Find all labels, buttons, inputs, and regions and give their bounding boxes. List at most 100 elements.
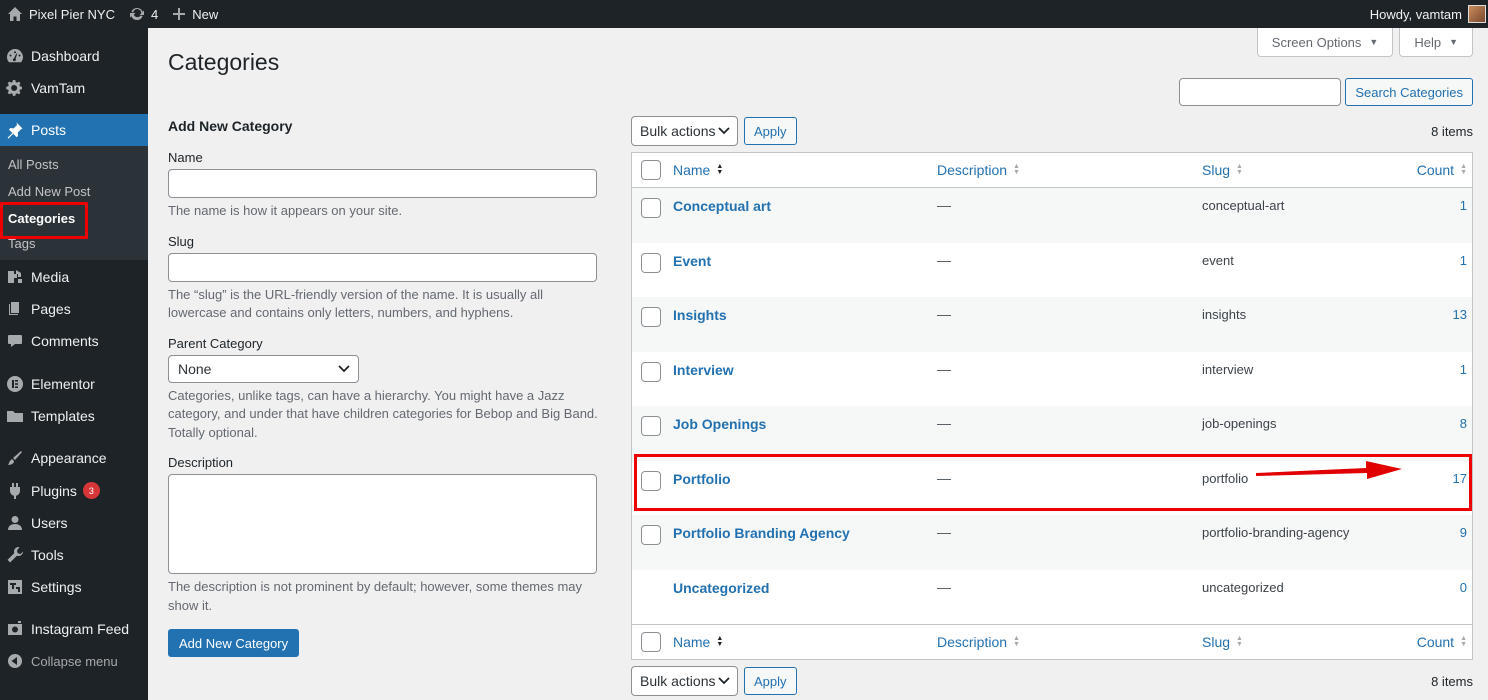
home-icon bbox=[7, 6, 23, 22]
column-name-header[interactable]: Name ▲ ▼ bbox=[673, 162, 937, 178]
column-name-footer[interactable]: Name ▲ ▼ bbox=[673, 634, 937, 650]
chevron-down-icon bbox=[718, 127, 730, 135]
apply-button[interactable]: Apply bbox=[744, 117, 797, 145]
submenu-categories[interactable]: Categories bbox=[0, 205, 148, 232]
slug-label: Slug bbox=[168, 233, 195, 249]
menu-label: Settings bbox=[31, 579, 82, 595]
parent-category-value: None bbox=[178, 360, 212, 377]
my-account-link[interactable]: Howdy, vamtam bbox=[1370, 5, 1488, 23]
submenu-add-new-post[interactable]: Add New Post bbox=[0, 178, 148, 205]
menu-dashboard[interactable]: Dashboard bbox=[0, 39, 148, 72]
select-all-checkbox[interactable] bbox=[641, 160, 661, 180]
menu-label: Posts bbox=[31, 122, 67, 138]
category-count-link[interactable]: 9 bbox=[1384, 524, 1467, 540]
table-row: Portfolio — portfolio 17 bbox=[632, 461, 1472, 516]
menu-users[interactable]: Users bbox=[0, 507, 148, 539]
category-count-link[interactable]: 13 bbox=[1384, 306, 1467, 322]
column-label: Name bbox=[673, 634, 711, 650]
category-count-link[interactable]: 1 bbox=[1384, 361, 1467, 377]
menu-vamtam[interactable]: VamTam bbox=[0, 72, 148, 104]
parent-category-select[interactable]: None bbox=[168, 354, 359, 383]
slug-input[interactable] bbox=[168, 252, 597, 282]
row-checkbox[interactable] bbox=[641, 525, 661, 545]
settings-icon bbox=[6, 578, 24, 596]
category-description: — bbox=[937, 360, 951, 377]
menu-posts[interactable]: Posts bbox=[0, 114, 148, 146]
tablenav-top: Bulk actions Apply 8 items bbox=[631, 116, 1473, 146]
row-checkbox[interactable] bbox=[641, 416, 661, 436]
category-description: — bbox=[937, 197, 951, 213]
name-label: Name bbox=[168, 150, 203, 165]
column-slug-header[interactable]: Slug ▲ ▼ bbox=[1202, 162, 1384, 178]
select-all-checkbox[interactable] bbox=[641, 632, 661, 652]
site-name-link[interactable]: Pixel Pier NYC bbox=[0, 0, 122, 28]
pages-icon bbox=[6, 300, 24, 318]
menu-comments[interactable]: Comments bbox=[0, 325, 148, 357]
submenu-tags[interactable]: Tags bbox=[0, 232, 148, 254]
collapse-menu-button[interactable]: Collapse menu bbox=[0, 645, 148, 677]
submenu-all-posts[interactable]: All Posts bbox=[0, 151, 148, 178]
column-label: Description bbox=[937, 162, 1008, 178]
category-count-link[interactable]: 0 bbox=[1384, 579, 1467, 595]
pin-icon bbox=[6, 121, 24, 139]
category-name-link[interactable]: Insights bbox=[673, 306, 937, 323]
tablenav-bottom: Bulk actions Apply 8 items bbox=[631, 666, 1473, 696]
menu-media[interactable]: Media bbox=[0, 260, 148, 293]
menu-settings[interactable]: Settings bbox=[0, 571, 148, 603]
category-slug: portfolio bbox=[1202, 470, 1249, 486]
apply-button-bottom[interactable]: Apply bbox=[744, 667, 797, 695]
sort-icon: ▲ ▼ bbox=[1460, 635, 1467, 648]
menu-templates[interactable]: Templates bbox=[0, 400, 148, 432]
category-name-link[interactable]: Event bbox=[673, 252, 937, 269]
updates-icon bbox=[129, 6, 145, 22]
menu-pages[interactable]: Pages bbox=[0, 293, 148, 325]
row-checkbox[interactable] bbox=[641, 361, 661, 382]
menu-instagram-feed[interactable]: Instagram Feed bbox=[0, 613, 148, 645]
gear-icon bbox=[6, 79, 24, 97]
column-description-header[interactable]: Description ▲ ▼ bbox=[937, 162, 1202, 178]
category-count-link[interactable]: 17 bbox=[1384, 470, 1467, 486]
column-label: Slug bbox=[1202, 634, 1231, 650]
admin-sidebar: Dashboard VamTam Posts All Posts Add New… bbox=[0, 28, 148, 700]
category-name-link[interactable]: Job Openings bbox=[673, 415, 937, 432]
column-slug-footer[interactable]: Slug ▲ ▼ bbox=[1202, 634, 1384, 650]
menu-label: Media bbox=[31, 268, 70, 285]
add-category-form: Add New Category Name The name is how it… bbox=[168, 118, 598, 657]
category-name-link[interactable]: Portfolio bbox=[673, 470, 937, 487]
menu-appearance[interactable]: Appearance bbox=[0, 442, 148, 474]
category-name-link[interactable]: Interview bbox=[673, 361, 937, 378]
updates-link[interactable]: 4 bbox=[122, 0, 165, 28]
category-name-link[interactable]: Uncategorized bbox=[673, 579, 937, 596]
comments-icon bbox=[6, 332, 24, 350]
category-count-link[interactable]: 1 bbox=[1384, 252, 1467, 268]
description-label: Description bbox=[168, 455, 234, 470]
name-input[interactable] bbox=[168, 169, 597, 198]
row-checkbox[interactable] bbox=[641, 307, 661, 327]
description-textarea[interactable] bbox=[168, 474, 597, 574]
category-name-link[interactable]: Portfolio Branding Agency bbox=[673, 524, 937, 541]
new-content-link[interactable]: New bbox=[165, 0, 225, 28]
category-name-link[interactable]: Conceptual art bbox=[673, 197, 937, 214]
instagram-icon bbox=[6, 620, 24, 638]
menu-elementor[interactable]: Elementor bbox=[0, 367, 148, 400]
bulk-actions-select-bottom[interactable]: Bulk actions bbox=[631, 666, 738, 696]
user-icon bbox=[6, 514, 24, 532]
category-count-link[interactable]: 1 bbox=[1384, 197, 1467, 213]
parent-category-label: Parent Category bbox=[168, 335, 263, 351]
category-count-link[interactable]: 8 bbox=[1384, 415, 1467, 431]
add-new-category-button[interactable]: Add New Category bbox=[168, 629, 300, 657]
category-description: — bbox=[937, 469, 951, 486]
menu-plugins[interactable]: Plugins 3 bbox=[0, 474, 148, 507]
bulk-actions-select[interactable]: Bulk actions bbox=[631, 116, 738, 146]
table-row: Portfolio Branding Agency — portfolio-br… bbox=[632, 515, 1472, 570]
menu-tools[interactable]: Tools bbox=[0, 539, 148, 571]
menu-label: Templates bbox=[31, 408, 95, 424]
name-description: The name is how it appears on your site. bbox=[168, 203, 403, 218]
row-checkbox[interactable] bbox=[641, 470, 661, 491]
column-count-header[interactable]: Count ▲ ▼ bbox=[1384, 162, 1467, 178]
row-checkbox[interactable] bbox=[641, 198, 661, 218]
column-description-footer[interactable]: Description ▲ ▼ bbox=[937, 634, 1202, 650]
row-checkbox[interactable] bbox=[641, 252, 661, 273]
column-count-footer[interactable]: Count ▲ ▼ bbox=[1384, 634, 1467, 650]
column-label: Description bbox=[937, 634, 1008, 650]
